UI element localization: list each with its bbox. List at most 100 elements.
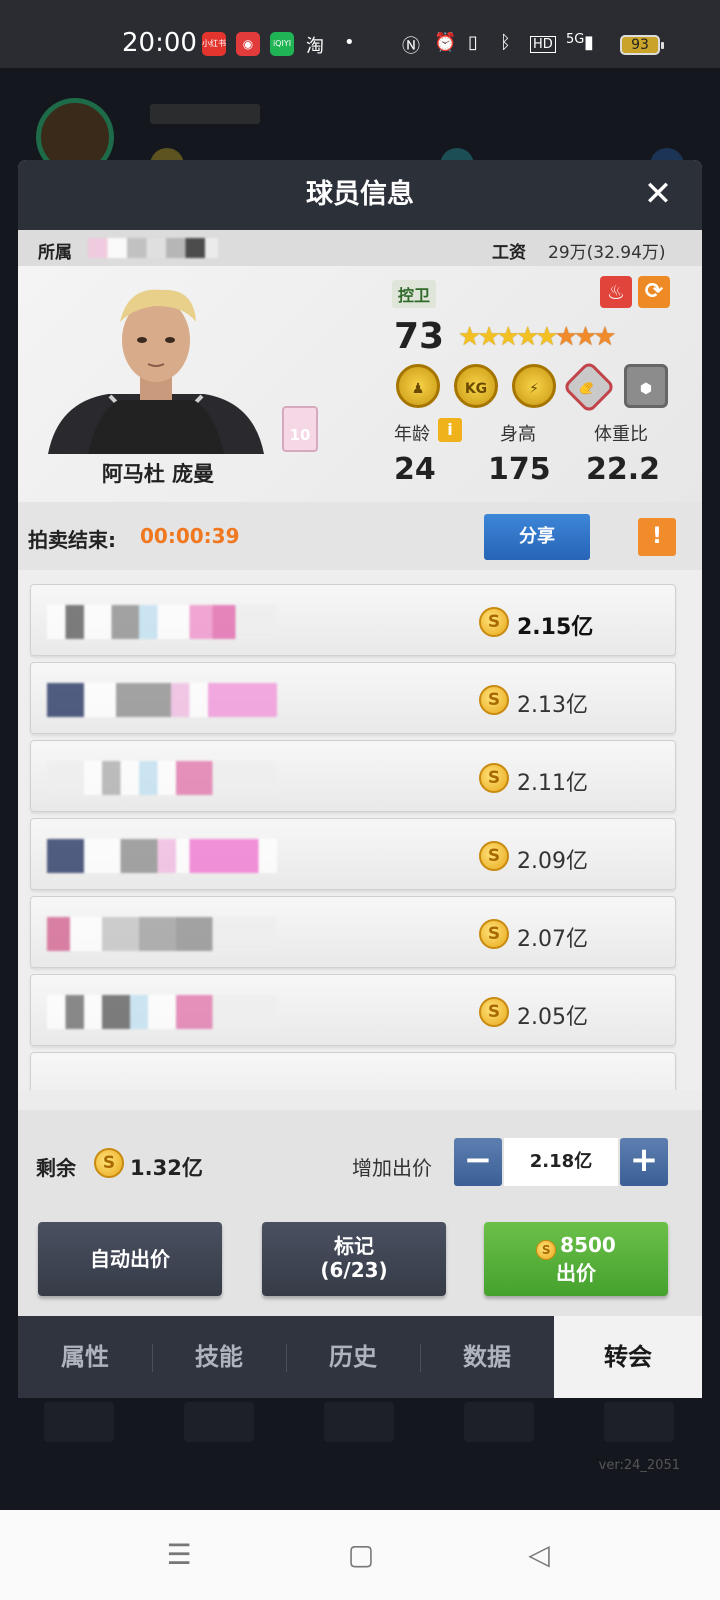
menu-icon[interactable]: ☰ (154, 1530, 204, 1580)
star-icon: ★ (535, 322, 558, 352)
notification-dot-icon: • (344, 32, 355, 53)
modal-header: 球员信息 ✕ (18, 160, 702, 230)
bid-row: S 2.07亿 (30, 896, 676, 968)
star-icon: ★ (477, 322, 500, 352)
bid-amount: 2.07亿 (517, 927, 588, 952)
raise-bid-label: 增加出价 (352, 1156, 432, 1180)
coin-icon: S (479, 919, 509, 949)
warning-icon[interactable]: ! (638, 518, 676, 556)
bid-amount: 2.13亿 (517, 693, 588, 718)
taobao-icon: 淘 (306, 36, 324, 57)
owner-salary-row: 所属 工资 29万(32.94万) (18, 230, 702, 266)
home-icon[interactable]: ▢ (336, 1530, 386, 1580)
background-menu-item (44, 1402, 114, 1442)
background-username (150, 104, 260, 124)
bidder-name-blurred (47, 839, 277, 873)
locked-badge-icon[interactable]: ⬢ (624, 364, 668, 408)
netease-music-icon: ◉ (236, 32, 260, 56)
kg-badge-icon[interactable]: KG (454, 364, 498, 408)
fire-icon[interactable]: ♨ (600, 276, 632, 308)
increase-bid-button[interactable]: + (620, 1138, 668, 1186)
star-icon: ★ (496, 322, 520, 352)
alarm-icon: ⏰ (434, 32, 457, 53)
navigation-bar: ☰ ▢ ◁ (0, 1510, 720, 1600)
bid-amount-field[interactable]: 2.18亿 (504, 1138, 618, 1186)
auto-bid-button[interactable]: 自动出价 (38, 1222, 222, 1296)
mark-label: 标记 (334, 1234, 374, 1258)
bidder-name-blurred (47, 917, 277, 951)
bid-row: S 2.05亿 (30, 974, 676, 1046)
tab-bar: 属性 技能 历史 数据 转会 (18, 1316, 702, 1398)
tab-attributes[interactable]: 属性 (18, 1316, 152, 1398)
auction-row: 拍卖结束: 00:00:39 分享 ! (18, 502, 702, 570)
battery-icon: 93 (620, 35, 664, 55)
tab-history[interactable]: 历史 (286, 1316, 420, 1398)
hd-icon: HD (530, 36, 556, 53)
coin-icon: S (479, 841, 509, 871)
player-name: 阿马杜 庞曼 (101, 462, 215, 486)
place-bid-button[interactable]: S 8500 出价 (484, 1222, 668, 1296)
tab-skills[interactable]: 技能 (152, 1316, 286, 1398)
status-time: 20:00 (122, 28, 197, 58)
xiaohongshu-app-icon: 小红书 (202, 32, 226, 56)
tab-data[interactable]: 数据 (420, 1316, 554, 1398)
bidder-name-blurred (47, 761, 277, 795)
salary-value: 29万(32.94万) (548, 243, 666, 263)
bid-amount: 2.09亿 (517, 849, 588, 874)
bid-row: S 2.13亿 (30, 662, 676, 734)
iqiyi-app-icon: iQIYI (270, 32, 294, 56)
star-icon: ★ (458, 322, 481, 352)
star-icon: ★ (573, 322, 597, 352)
coin-icon: S (479, 607, 509, 637)
player-info-modal: 球员信息 ✕ 所属 工资 29万(32.94万) 10 阿马杜 庞曼 控卫 ♨ … (18, 160, 702, 1398)
silhouette-badge-icon[interactable]: ♟ (396, 364, 440, 408)
glove-badge-icon[interactable]: ✋ (562, 360, 616, 414)
bid-cost: 8500 (560, 1233, 616, 1257)
age-value: 24 (394, 452, 436, 487)
star-icon: ★ (593, 322, 616, 352)
coin-icon: S (536, 1240, 557, 1260)
player-rating: 73 (394, 316, 445, 357)
signal-icon: ▮ (584, 32, 594, 53)
bidder-name-blurred (47, 605, 277, 639)
bid-amount: 2.11亿 (517, 771, 588, 796)
weight-ratio-label: 体重比 (594, 424, 648, 445)
remaining-value: 1.32亿 (130, 1156, 203, 1180)
auction-countdown: 00:00:39 (140, 524, 240, 548)
background-menu-item (464, 1402, 534, 1442)
close-icon[interactable]: ✕ (636, 172, 680, 216)
jersey-number-icon: 10 (282, 406, 318, 452)
bid-row (30, 1052, 676, 1090)
coin-icon: S (479, 763, 509, 793)
tab-transfer[interactable]: 转会 (554, 1316, 702, 1398)
decrease-bid-button[interactable]: − (454, 1138, 502, 1186)
remaining-label: 剩余 (36, 1156, 76, 1180)
bid-amount: 2.15亿 (517, 615, 594, 640)
player-card: 10 阿马杜 庞曼 控卫 ♨ ⟳ 73 ★★★★★★★★ ♟ KG ⚡ ✋ ⬢ … (18, 266, 702, 502)
modal-title: 球员信息 (306, 179, 414, 210)
weight-ratio-value: 22.2 (586, 452, 661, 487)
owner-name-blurred (88, 238, 218, 258)
player-portrait (48, 289, 264, 454)
coin-icon: S (94, 1148, 124, 1178)
auction-end-label: 拍卖结束: (28, 528, 116, 552)
info-icon[interactable]: i (438, 418, 462, 442)
star-icon: ★ (515, 322, 539, 352)
star-rating: ★★★★★★★★ (458, 322, 617, 352)
bid-list[interactable]: S 2.15亿 S 2.13亿 S 2.11亿 S 2.09亿 S 2.07亿 … (18, 570, 702, 1090)
share-button[interactable]: 分享 (484, 514, 590, 560)
status-bar: 20:00 小红书 ◉ iQIYI 淘 • Ⓝ ⏰ ▯ ᛒ HD 5G ▮ 93 (0, 0, 720, 68)
salary-label: 工资 (492, 243, 526, 263)
swap-icon[interactable]: ⟳ (638, 276, 670, 308)
background-menu-item (604, 1402, 674, 1442)
back-icon[interactable]: ◁ (514, 1530, 564, 1580)
version-label: ver:24_2051 (598, 1458, 680, 1473)
height-label: 身高 (500, 424, 536, 445)
bid-label: 出价 (556, 1261, 596, 1285)
mark-count: (6/23) (320, 1258, 388, 1282)
network-5g-icon: 5G (566, 32, 585, 47)
nfc-icon: Ⓝ (402, 36, 420, 57)
mark-button[interactable]: 标记 (6/23) (262, 1222, 446, 1296)
bluetooth-icon: ᛒ (500, 32, 511, 53)
lightning-badge-icon[interactable]: ⚡ (512, 364, 556, 408)
